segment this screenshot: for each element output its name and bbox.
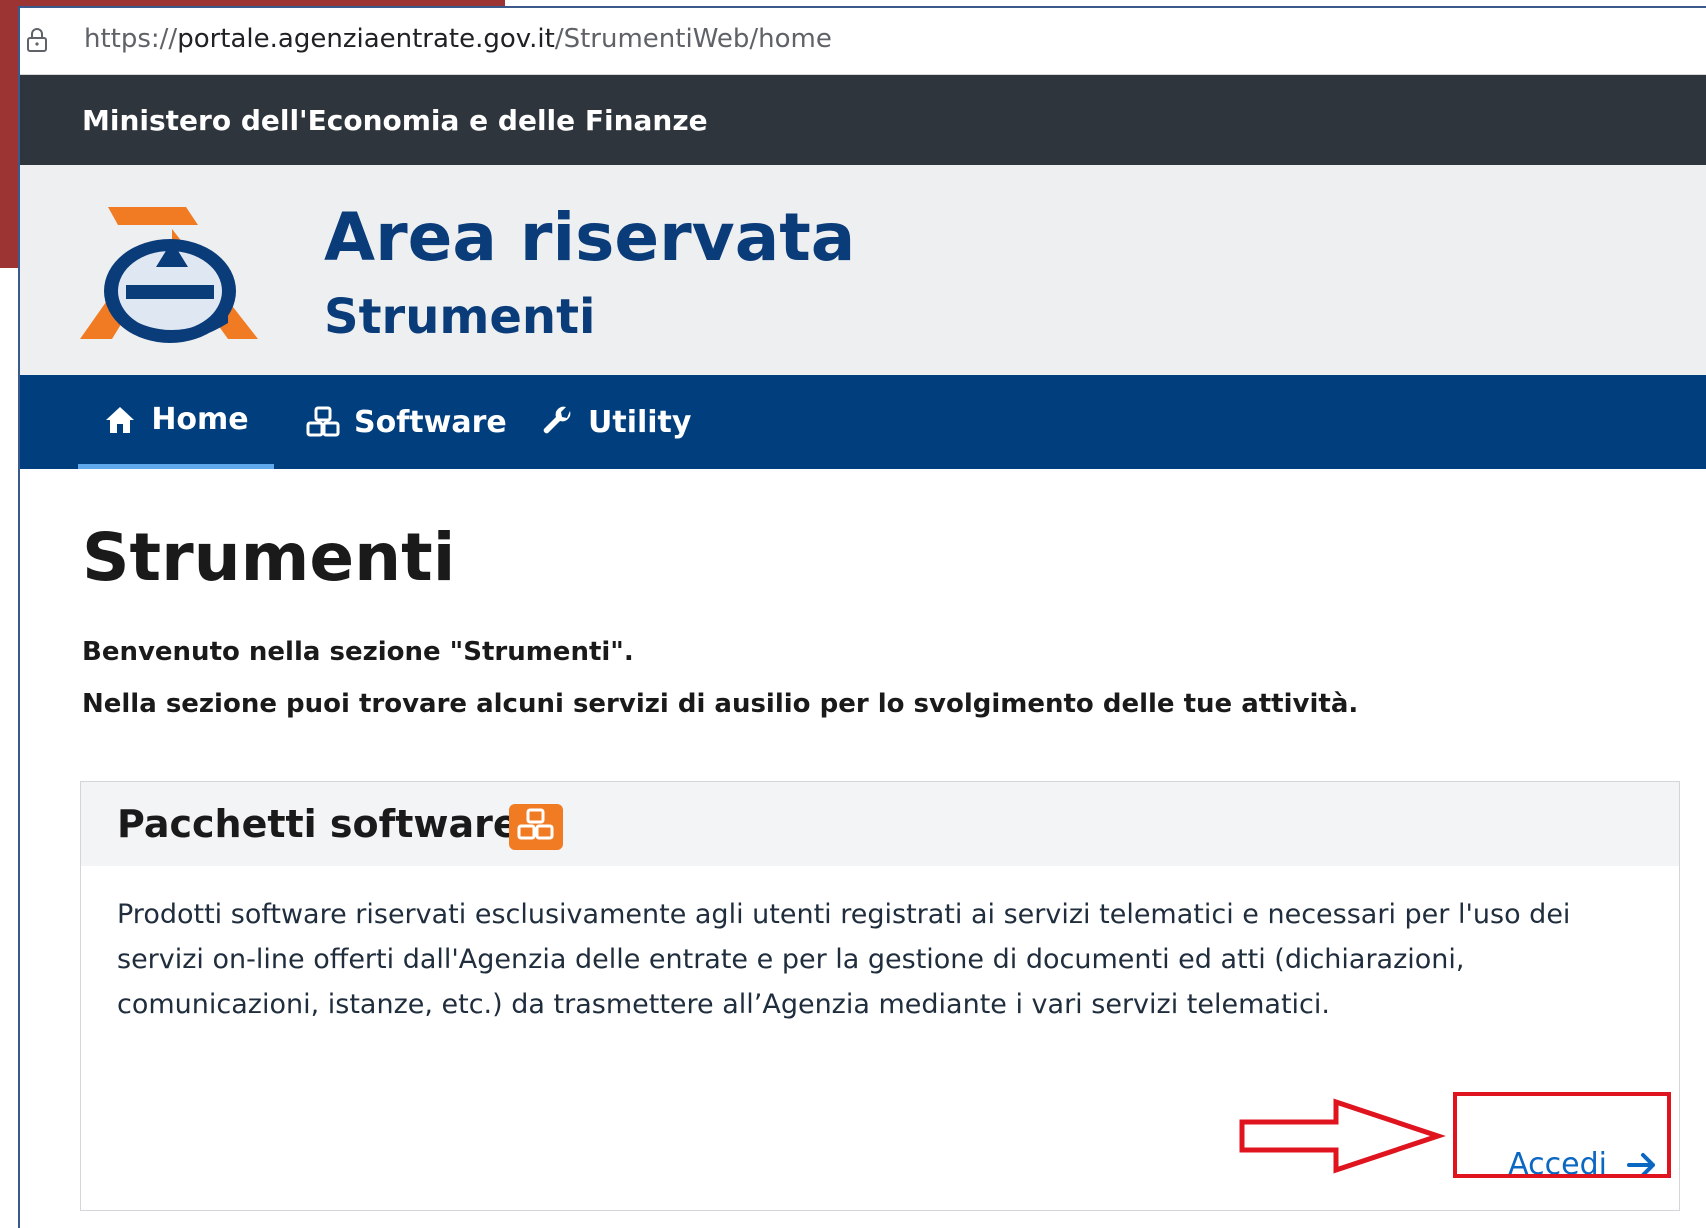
intro-text: Nella sezione puoi trovare alcuni serviz… xyxy=(82,689,1359,719)
card-title: Pacchetti software xyxy=(117,802,519,846)
card-header: Pacchetti software xyxy=(81,782,1679,866)
red-arrow-annotation xyxy=(1239,1098,1446,1174)
nav-item-software[interactable]: Software xyxy=(306,375,507,469)
agenzia-entrate-logo[interactable] xyxy=(78,199,266,349)
url-text[interactable]: https://portale.agenziaentrate.gov.it/St… xyxy=(84,24,832,54)
welcome-text: Benvenuto nella sezione "Strumenti". xyxy=(82,637,634,667)
wrench-icon xyxy=(543,406,571,434)
nav-item-label: Utility xyxy=(588,404,692,440)
address-bar[interactable]: https://portale.agenziaentrate.gov.it/St… xyxy=(20,8,1706,75)
nav-item-home[interactable]: Home xyxy=(78,375,274,469)
banner-subtitle: Strumenti xyxy=(324,289,596,345)
card-description: Prodotti software riservati esclusivamen… xyxy=(117,899,1571,1020)
home-icon xyxy=(106,406,135,433)
page-title: Strumenti xyxy=(82,519,456,596)
nav-item-label: Software xyxy=(354,404,507,440)
site-banner: Area riservata Strumenti xyxy=(20,165,1706,375)
lock-icon xyxy=(27,28,47,52)
browser-window: https://portale.agenziaentrate.gov.it/St… xyxy=(18,6,1706,1228)
ministry-label: Ministero dell'Economia e delle Finanze xyxy=(82,104,708,137)
nav-item-utility[interactable]: Utility xyxy=(540,375,691,469)
main-nav: Home Software Utility xyxy=(20,375,1706,469)
red-highlight-box xyxy=(1453,1092,1671,1178)
nav-item-label: Home xyxy=(151,402,249,437)
ministry-header: Ministero dell'Economia e delle Finanze xyxy=(20,75,1706,165)
cubes-icon xyxy=(509,804,563,850)
banner-title: Area riservata xyxy=(324,199,856,276)
cubes-icon xyxy=(306,406,340,437)
